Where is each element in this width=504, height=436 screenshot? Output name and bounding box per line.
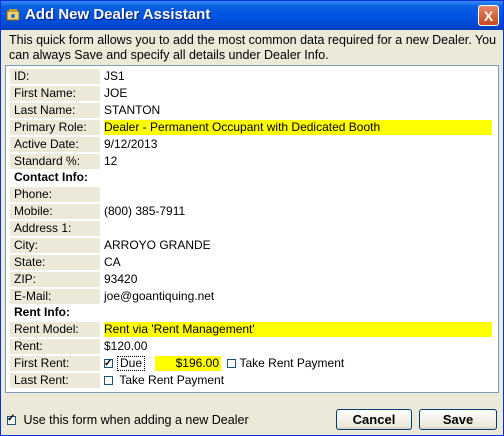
- save-button[interactable]: Save: [419, 409, 497, 430]
- rent-info-heading: Rent Info:: [14, 305, 70, 319]
- field-row-address1: Address 1:: [6, 221, 498, 238]
- field-row-id: ID: JS1: [6, 69, 498, 86]
- field-label: First Name:: [10, 86, 100, 101]
- field-label: City:: [10, 238, 100, 253]
- cancel-button[interactable]: Cancel: [336, 409, 412, 430]
- field-label: Rent:: [10, 339, 100, 354]
- city-field[interactable]: ARROYO GRANDE: [104, 238, 211, 253]
- app-icon: [6, 9, 20, 21]
- field-row-first-name: First Name: JOE: [6, 86, 498, 103]
- field-label: Active Date:: [10, 137, 100, 152]
- field-label: Standard %:: [10, 154, 100, 169]
- field-label: ID:: [10, 69, 100, 84]
- rent-model-select[interactable]: Rent via 'Rent Management': [104, 322, 492, 337]
- active-date-field[interactable]: 9/12/2013: [104, 137, 157, 152]
- field-label: State:: [10, 255, 100, 270]
- contact-info-heading: Contact Info:: [14, 170, 88, 184]
- field-label: Phone:: [10, 187, 100, 202]
- field-row-state: State: CA: [6, 255, 498, 272]
- save-button-label: Save: [442, 412, 474, 427]
- rent-amount-field[interactable]: $120.00: [104, 339, 147, 354]
- first-rent-take-payment-checkbox[interactable]: [227, 359, 237, 368]
- standard-percent-field[interactable]: 12: [104, 154, 117, 169]
- title-bar[interactable]: Add New Dealer Assistant X: [1, 1, 503, 30]
- zip-field[interactable]: 93420: [104, 272, 137, 287]
- use-form-label[interactable]: Use this form when adding a new Dealer: [23, 413, 248, 427]
- field-row-email: E-Mail: joe@goantiquing.net: [6, 289, 498, 306]
- field-label: Primary Role:: [10, 120, 100, 135]
- field-label: Last Name:: [10, 103, 100, 118]
- field-label: Mobile:: [10, 204, 100, 219]
- last-rent-take-payment-label[interactable]: Take Rent Payment: [119, 373, 224, 387]
- footer-bar: Use this form when adding a new Dealer C…: [1, 401, 503, 435]
- dialog-window: Add New Dealer Assistant X This quick fo…: [0, 0, 504, 436]
- field-label: First Rent:: [10, 356, 100, 371]
- last-name-field[interactable]: STANTON: [104, 103, 160, 118]
- field-row-standard-pct: Standard %: 12: [6, 154, 498, 171]
- window-title: Add New Dealer Assistant: [25, 6, 211, 23]
- first-name-field[interactable]: JOE: [104, 86, 127, 101]
- mobile-field[interactable]: (800) 385-7911: [104, 204, 185, 219]
- field-row-city: City: ARROYO GRANDE: [6, 238, 498, 255]
- field-label: E-Mail:: [10, 289, 100, 304]
- field-row-last-rent: Last Rent: Take Rent Payment: [6, 373, 498, 390]
- field-row-mobile: Mobile: (800) 385-7911: [6, 204, 498, 221]
- field-label: Address 1:: [10, 221, 100, 236]
- first-rent-take-payment-label[interactable]: Take Rent Payment: [239, 356, 344, 370]
- email-field[interactable]: joe@goantiquing.net: [104, 289, 214, 304]
- field-row-first-rent: First Rent: Due $196.00 Take Rent Payment: [6, 356, 498, 373]
- first-rent-due-label[interactable]: Due: [117, 356, 146, 371]
- field-label: Rent Model:: [10, 322, 100, 337]
- first-rent-due-checkbox[interactable]: [104, 356, 113, 371]
- field-row-rent: Rent: $120.00: [6, 339, 498, 356]
- field-label: Last Rent:: [10, 373, 100, 388]
- id-field[interactable]: JS1: [104, 69, 125, 84]
- state-field[interactable]: CA: [104, 255, 121, 270]
- field-row-last-name: Last Name: STANTON: [6, 103, 498, 120]
- first-rent-amount-field[interactable]: $196.00: [155, 356, 222, 371]
- field-row-primary-role: Primary Role: Dealer - Permanent Occupan…: [6, 120, 498, 137]
- field-row-active-date: Active Date: 9/12/2013: [6, 137, 498, 154]
- cancel-button-label: Cancel: [352, 412, 396, 427]
- field-row-phone: Phone:: [6, 187, 498, 204]
- intro-text: This quick form allows you to add the mo…: [9, 33, 497, 62]
- field-label: ZIP:: [10, 272, 100, 287]
- field-row-zip: ZIP: 93420: [6, 272, 498, 289]
- last-rent-take-payment-checkbox[interactable]: [104, 376, 113, 385]
- primary-role-select[interactable]: Dealer - Permanent Occupant with Dedicat…: [104, 120, 492, 135]
- use-form-checkbox[interactable]: [7, 413, 16, 425]
- form-panel: ID: JS1 First Name: JOE Last Name: STANT…: [5, 65, 499, 393]
- field-row-rent-model: Rent Model: Rent via 'Rent Management': [6, 322, 498, 339]
- close-button[interactable]: X: [478, 5, 499, 26]
